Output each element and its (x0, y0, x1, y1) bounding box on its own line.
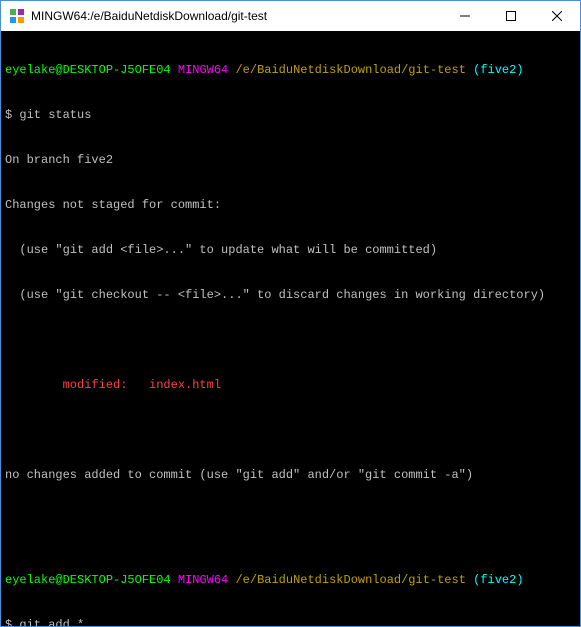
window-title: MINGW64:/e/BaiduNetdiskDownload/git-test (31, 9, 442, 23)
output-text: Changes not staged for commit: (5, 198, 576, 213)
prompt-path: /e/BaiduNetdiskDownload/git-test (235, 573, 465, 587)
prompt-path: /e/BaiduNetdiskDownload/git-test (235, 63, 465, 77)
close-button[interactable] (534, 1, 580, 31)
terminal-body[interactable]: eyelake@DESKTOP-J5OFE04 MINGW64 /e/Baidu… (1, 31, 580, 626)
app-icon (9, 8, 25, 24)
output-text: (use "git add <file>..." to update what … (5, 243, 576, 258)
prompt-env: MINGW64 (178, 63, 228, 77)
output-text: no changes added to commit (use "git add… (5, 468, 576, 483)
maximize-button[interactable] (488, 1, 534, 31)
prompt-user: eyelake@DESKTOP-J5OFE04 (5, 573, 171, 587)
prompt-branch: (five2) (473, 63, 523, 77)
terminal-window: MINGW64:/e/BaiduNetdiskDownload/git-test… (0, 0, 581, 627)
output-text: (use "git checkout -- <file>..." to disc… (5, 288, 576, 303)
modified-file: modified: index.html (5, 378, 576, 393)
prompt-env: MINGW64 (178, 573, 228, 587)
prompt-user: eyelake@DESKTOP-J5OFE04 (5, 63, 171, 77)
prompt-branch: (five2) (473, 573, 523, 587)
command-text: $ git status (5, 108, 576, 123)
title-bar[interactable]: MINGW64:/e/BaiduNetdiskDownload/git-test (1, 1, 580, 31)
command-text: $ git add * (5, 618, 576, 626)
output-text: On branch five2 (5, 153, 576, 168)
minimize-button[interactable] (442, 1, 488, 31)
